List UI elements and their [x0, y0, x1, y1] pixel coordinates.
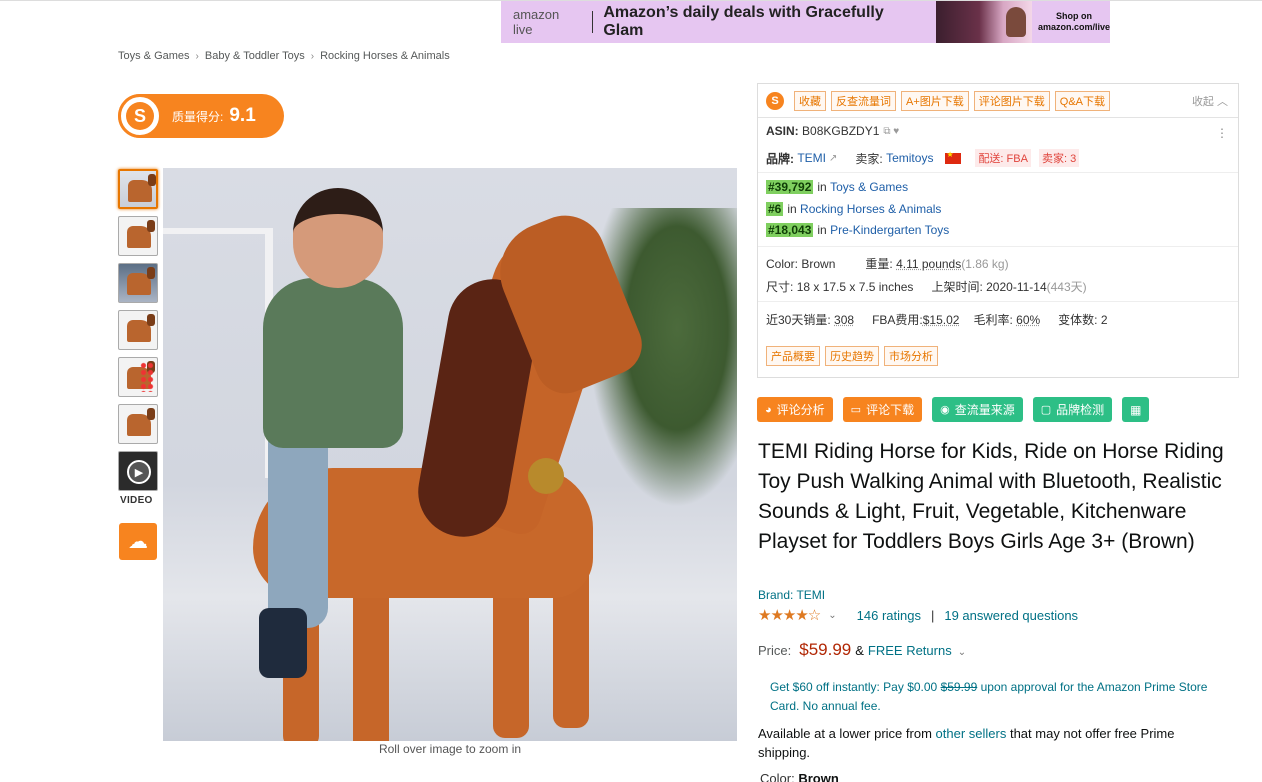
breadcrumb-item-rocking-horses[interactable]: Rocking Horses & Animals: [320, 50, 450, 62]
banner-cta[interactable]: Shop on amazon.com/live: [1038, 11, 1110, 33]
seller-plugin-panel: S 收藏 反查流量词 A+图片下载 评论图片下载 Q&A下载 收起 ︿ ⋮ AS…: [757, 83, 1239, 378]
rank-category-link[interactable]: Toys & Games: [830, 180, 908, 194]
amazon-live-logo: amazon live: [513, 7, 560, 37]
main-product-image[interactable]: [163, 168, 737, 741]
plugin-actions: ◕ 评论分析 ▭ 评论下载 ◉ 查流量来源 ▢ 品牌检测 ▦: [757, 397, 1150, 422]
quality-score: 9.1: [229, 105, 256, 126]
brand-link[interactable]: TEMI: [797, 151, 826, 165]
rank-row: #18,043 in Pre-Kindergarten Toys: [766, 223, 950, 237]
breadcrumb-item-toys-games[interactable]: Toys & Games: [118, 50, 190, 62]
market-analysis-tag[interactable]: 市场分析: [884, 346, 938, 366]
thumbnail-2[interactable]: [118, 216, 158, 256]
breadcrumb: Toys & Games › Baby & Toddler Toys › Roc…: [118, 50, 450, 62]
price-value: $59.99: [799, 640, 852, 659]
rank-category-link[interactable]: Pre-Kindergarten Toys: [830, 223, 949, 237]
banner-text: Amazon’s daily deals with Gracefully Gla…: [603, 4, 884, 39]
color-weight-row: Color: Brown 重量: 4.11 pounds (1.86 kg): [766, 256, 1009, 272]
breadcrumb-separator: ›: [310, 50, 315, 62]
free-returns-link[interactable]: FREE Returns: [868, 643, 952, 658]
zoom-hint: Roll over image to zoom in: [378, 742, 522, 756]
banner-divider: [592, 11, 594, 33]
seller-count-tag: 卖家: 3: [1038, 149, 1080, 167]
pie-chart-icon: ◕: [765, 403, 772, 416]
review-image-download-tag[interactable]: 评论图片下载: [973, 90, 1050, 111]
rank-row: #6 in Rocking Horses & Animals: [766, 202, 942, 216]
price-row: Price: $59.99 & FREE Returns ⌄: [758, 640, 967, 659]
thumbnail-6[interactable]: [118, 404, 158, 444]
traffic-icon: ◉: [940, 404, 950, 416]
external-link-icon[interactable]: ↗: [829, 153, 837, 164]
breadcrumb-separator: ›: [195, 50, 199, 62]
video-label: VIDEO: [120, 495, 153, 506]
seller-link[interactable]: Temitoys: [886, 151, 933, 165]
sales-row: 近30天销量: 308 FBA费用: $15.02 毛利率: 60% 变体数: 2: [766, 312, 1108, 328]
aplus-image-download-tag[interactable]: A+图片下载: [901, 90, 969, 111]
chevron-down-icon[interactable]: ⌄: [828, 610, 836, 621]
amazon-live-banner[interactable]: amazon live Amazon’s daily deals with Gr…: [501, 1, 1110, 43]
cloud-download-icon[interactable]: ☁: [119, 523, 157, 560]
brand-link[interactable]: Brand: TEMI: [758, 588, 825, 602]
plugin-logo-icon: S: [766, 91, 784, 110]
brand-check-button[interactable]: ▢ 品牌检测: [1032, 397, 1113, 422]
thumbnail-strip: ▶ VIDEO: [118, 169, 160, 506]
asin-row: ASIN: B08KGBZDY1 ⧉ ♥: [766, 124, 900, 138]
answered-questions-link[interactable]: 19 answered questions: [944, 608, 1078, 623]
prime-card-promo[interactable]: Get $60 off instantly: Pay $0.00 $59.99 …: [770, 678, 1210, 716]
comment-icon: ▭: [850, 404, 862, 416]
reverse-keyword-tag[interactable]: 反查流量词: [831, 90, 896, 111]
product-summary-tag[interactable]: 产品概要: [766, 346, 820, 366]
history-trend-tag[interactable]: 历史趋势: [825, 346, 879, 366]
thumbnail-video[interactable]: ▶: [118, 451, 158, 491]
other-sellers-link[interactable]: other sellers: [936, 726, 1007, 741]
chevron-down-icon[interactable]: ⌄: [958, 647, 966, 658]
more-menu-icon[interactable]: ⋮: [1216, 126, 1228, 140]
plugin-toolbar: S 收藏 反查流量词 A+图片下载 评论图片下载 Q&A下载 收起 ︿: [758, 84, 1238, 118]
sellersprite-logo-icon: S: [118, 94, 162, 138]
calculator-icon: ▦: [1130, 402, 1142, 417]
brand-seller-row: 品牌: TEMI ↗ 卖家: Temitoys 配送: FBA 卖家: 3: [766, 149, 1080, 167]
breadcrumb-item-baby-toddler[interactable]: Baby & Toddler Toys: [205, 50, 305, 62]
collapse-button[interactable]: 收起 ︿: [1192, 93, 1228, 109]
size-date-row: 尺寸: 18 x 17.5 x 7.5 inches 上架时间: 2020-11…: [766, 279, 1087, 295]
availability-note: Available at a lower price from other se…: [758, 726, 1175, 760]
thumbnail-4[interactable]: [118, 310, 158, 350]
thumbnail-1[interactable]: [118, 169, 158, 209]
ratings-count-link[interactable]: 146 ratings: [857, 608, 921, 623]
color-selector-label: Color: Brown: [760, 771, 839, 782]
play-icon: ▶: [127, 460, 151, 484]
panel-tabs: 产品概要 历史趋势 市场分析: [766, 346, 943, 366]
asin-value: B08KGBZDY1: [802, 124, 880, 138]
rank-row: #39,792 in Toys & Games: [766, 180, 909, 194]
quality-score-badge[interactable]: S 质量得分: 9.1: [118, 94, 284, 138]
price-label: Price:: [758, 643, 792, 658]
product-title: TEMI Riding Horse for Kids, Ride on Hors…: [758, 440, 1224, 553]
review-analysis-button[interactable]: ◕ 评论分析: [757, 397, 833, 422]
thumbnail-3[interactable]: [118, 263, 158, 303]
rank-category-link[interactable]: Rocking Horses & Animals: [800, 202, 941, 216]
qa-download-tag[interactable]: Q&A下载: [1054, 90, 1110, 111]
china-flag-icon: [945, 150, 962, 164]
review-download-button[interactable]: ▭ 评论下载: [842, 397, 923, 422]
fulfillment-tag: 配送: FBA: [975, 149, 1031, 167]
traffic-source-button[interactable]: ◉ 查流量来源: [932, 397, 1023, 422]
rating-row: ★★★★☆ ⌄ 146 ratings | 19 answered questi…: [758, 606, 1079, 624]
favorite-tag[interactable]: 收藏: [794, 90, 826, 111]
copy-favorite-icon[interactable]: ⧉ ♥: [883, 126, 899, 137]
thumbnail-5[interactable]: [118, 357, 158, 397]
calculator-button[interactable]: ▦: [1122, 397, 1150, 422]
shield-icon: ▢: [1040, 404, 1052, 416]
quality-label: 质量得分:: [172, 109, 224, 124]
star-rating-icon[interactable]: ★★★★☆: [758, 606, 821, 624]
banner-image: [936, 1, 1032, 43]
